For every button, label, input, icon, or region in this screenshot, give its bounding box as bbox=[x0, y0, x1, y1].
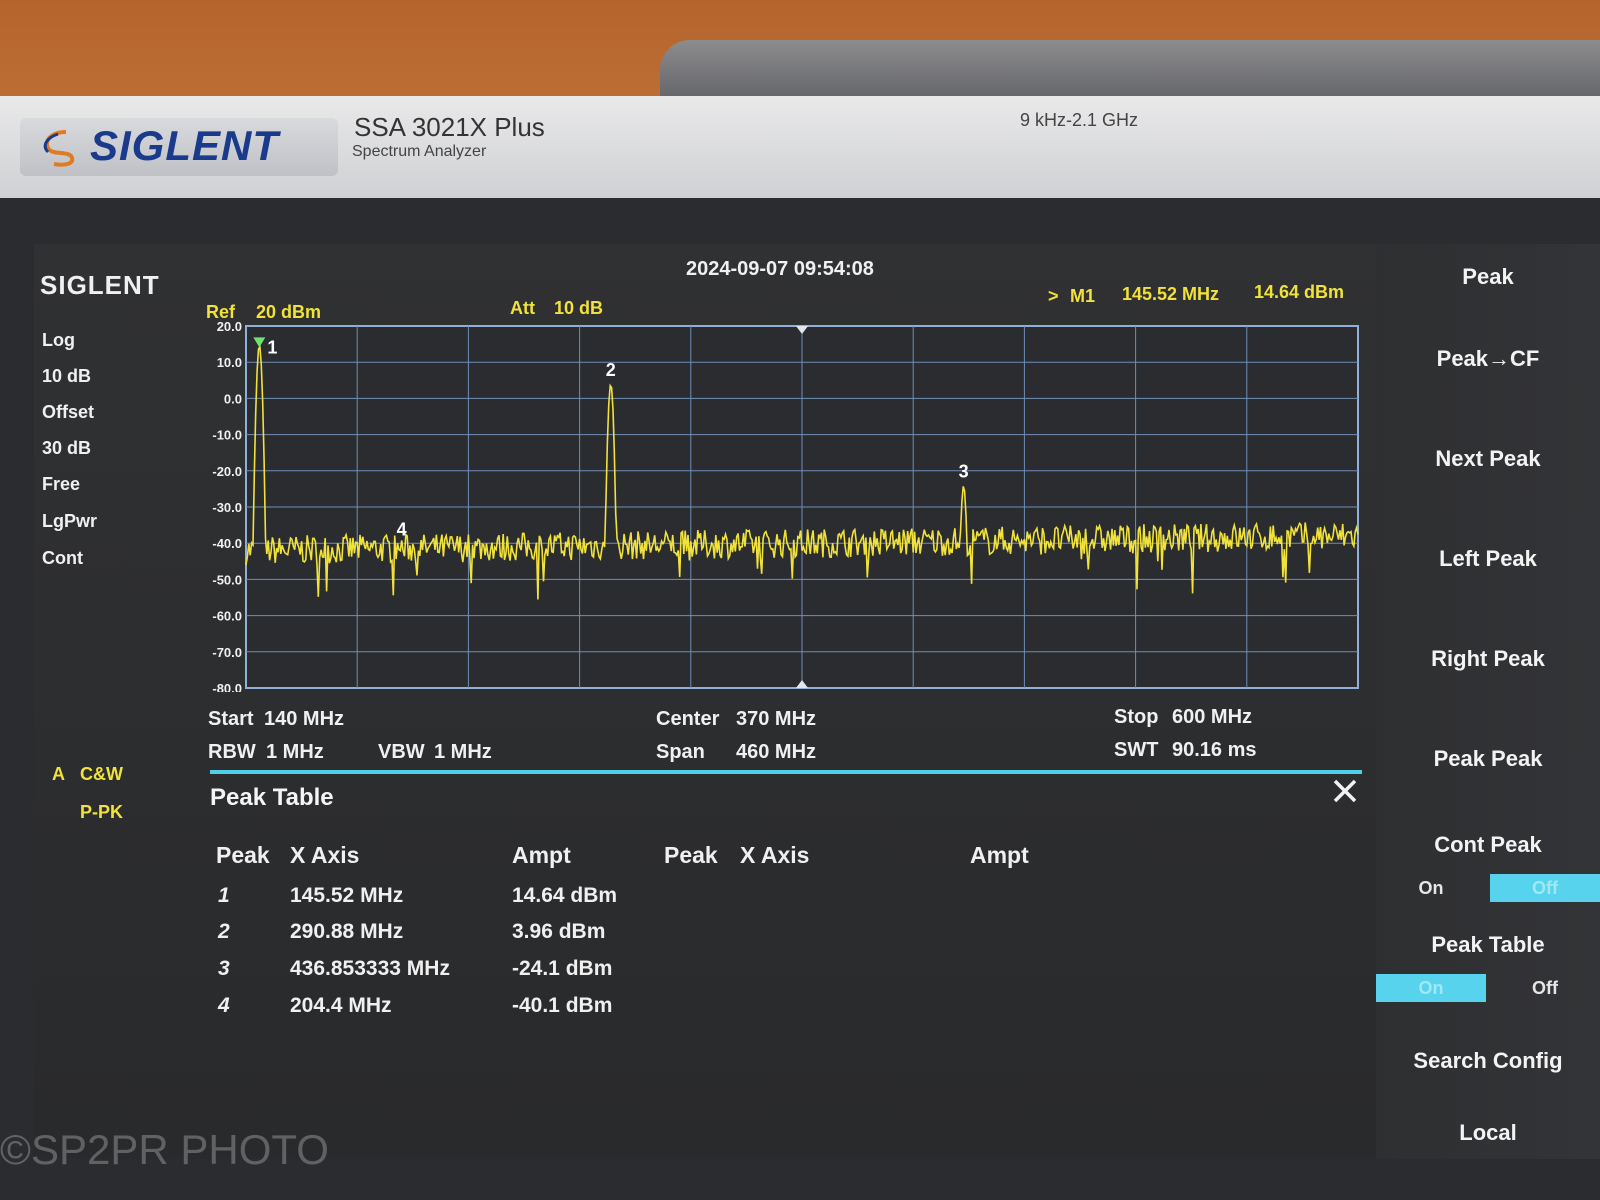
peak-table-header-ampt-2: Ampt bbox=[970, 842, 1029, 868]
peak-table-header-xaxis-2: X Axis bbox=[740, 842, 810, 868]
y-tick-label: -80.0 bbox=[212, 681, 242, 692]
status-average-type[interactable]: LgPwr bbox=[42, 511, 97, 532]
photo-watermark: ©SP2PR PHOTO bbox=[0, 1126, 329, 1173]
center-value[interactable]: 370 MHz bbox=[736, 708, 816, 731]
peak-table-toggle[interactable]: On Off bbox=[1376, 974, 1600, 1002]
close-icon[interactable] bbox=[1332, 778, 1358, 804]
status-offset-value[interactable]: 30 dB bbox=[42, 438, 91, 459]
softkey-panel: Peak Peak→CF Next Peak Left Peak Right P… bbox=[1376, 244, 1600, 1159]
start-label: Start bbox=[208, 708, 254, 730]
analyzer-screen: SIGLENT 2024-09-07 09:54:08 Ref 20 dBm A… bbox=[34, 244, 1600, 1159]
att-value[interactable]: 10 dB bbox=[554, 298, 603, 319]
peak-table-divider bbox=[210, 770, 1362, 774]
peak-table-header-ampt: Ampt bbox=[512, 842, 571, 868]
y-tick-label: -20.0 bbox=[212, 464, 242, 479]
y-tick-label: -50.0 bbox=[212, 572, 242, 587]
y-tick-label: 10.0 bbox=[217, 355, 242, 370]
marker-arrow: > bbox=[1048, 286, 1059, 306]
cont-peak-off[interactable]: Off bbox=[1490, 874, 1600, 902]
softkey-cont-peak[interactable]: Cont Peak bbox=[1376, 832, 1600, 858]
y-tick-label: 20.0 bbox=[217, 320, 242, 334]
peak-table-off[interactable]: Off bbox=[1490, 974, 1600, 1002]
device-subtitle: Spectrum Analyzer bbox=[352, 143, 487, 160]
stop-label: Stop bbox=[1114, 706, 1159, 728]
swt-value[interactable]: 90.16 ms bbox=[1172, 739, 1257, 762]
softkey-peak-table[interactable]: Peak Table bbox=[1376, 932, 1600, 958]
brand-logo-plate: SIGLENT bbox=[20, 118, 338, 176]
table-row-4-peak: 4 bbox=[218, 994, 230, 1017]
table-row-2-ampt: 3.96 dBm bbox=[512, 920, 606, 943]
table-row-3-peak: 3 bbox=[218, 957, 230, 980]
marker-name[interactable]: M1 bbox=[1070, 286, 1095, 307]
model-name: SSA 3021X Plus bbox=[354, 112, 545, 142]
datetime-label: 2024-09-07 09:54:08 bbox=[686, 258, 874, 280]
vbw-label: VBW bbox=[378, 741, 425, 763]
peak-label: 1 bbox=[267, 337, 277, 357]
y-tick-label: -10.0 bbox=[212, 428, 242, 443]
brand-name: SIGLENT bbox=[90, 122, 280, 169]
marker-frequency: 145.52 MHz bbox=[1122, 284, 1220, 304]
peak-table-header-xaxis: X Axis bbox=[290, 842, 360, 868]
stop-value[interactable]: 600 MHz bbox=[1172, 706, 1252, 729]
peak-table-header-peak: Peak bbox=[216, 842, 270, 868]
table-row-2-peak: 2 bbox=[218, 920, 230, 943]
peak-label: 4 bbox=[397, 520, 407, 540]
table-row-3-ampt: -24.1 dBm bbox=[512, 957, 613, 980]
softkey-peak-to-cf[interactable]: Peak→CF bbox=[1376, 346, 1600, 372]
spectrum-plot[interactable]: 20.0 10.0 0.0 -10.0 -20.0 -30.0 -40.0 -50.0 -60.… bbox=[210, 320, 1362, 692]
spectrum-plot-svg: 20.0 10.0 0.0 -10.0 -20.0 -30.0 -40.0 -50.0 -60.… bbox=[212, 320, 1359, 692]
table-row-1-ampt: 14.64 dBm bbox=[512, 884, 618, 907]
trace-detector: P-PK bbox=[80, 802, 124, 822]
y-tick-label: -60.0 bbox=[212, 609, 242, 624]
table-row-2-x: 290.88 MHz bbox=[290, 920, 404, 943]
cont-peak-toggle[interactable]: On Off bbox=[1376, 874, 1600, 902]
softkey-peak-peak[interactable]: Peak Peak bbox=[1376, 746, 1600, 772]
att-label: Att bbox=[510, 298, 535, 318]
span-value[interactable]: 460 MHz bbox=[736, 741, 816, 764]
peak-label: 3 bbox=[959, 462, 969, 482]
softkey-search-config[interactable]: Search Config bbox=[1376, 1048, 1600, 1074]
swt-label: SWT bbox=[1114, 739, 1159, 761]
cont-peak-on[interactable]: On bbox=[1376, 874, 1486, 902]
status-trigger[interactable]: Free bbox=[42, 474, 80, 495]
table-row-4-ampt: -40.1 dBm bbox=[512, 994, 613, 1017]
frequency-range-label: 9 kHz-2.1 GHz bbox=[1020, 110, 1139, 130]
screen-logo: SIGLENT bbox=[40, 270, 160, 300]
softkey-left-peak[interactable]: Left Peak bbox=[1376, 546, 1600, 572]
y-tick-label: -30.0 bbox=[212, 500, 242, 515]
siglent-logo-icon bbox=[43, 130, 75, 167]
softkey-right-peak[interactable]: Right Peak bbox=[1376, 646, 1600, 672]
softkey-next-peak[interactable]: Next Peak bbox=[1376, 446, 1600, 472]
table-row-4-x: 204.4 MHz bbox=[290, 994, 392, 1017]
status-scale-div[interactable]: 10 dB bbox=[42, 366, 91, 387]
status-scale-type[interactable]: Log bbox=[42, 330, 75, 351]
span-label: Span bbox=[656, 741, 705, 763]
trace-indicator[interactable]: A bbox=[52, 764, 65, 785]
y-tick-label: -40.0 bbox=[212, 536, 242, 551]
softkey-peak[interactable]: Peak bbox=[1376, 264, 1600, 290]
rbw-label: RBW bbox=[208, 741, 256, 763]
peak-label: 2 bbox=[606, 360, 616, 380]
table-row-3-x: 436.853333 MHz bbox=[290, 957, 450, 980]
y-tick-label: -70.0 bbox=[212, 645, 242, 660]
peak-table-title: Peak Table bbox=[210, 784, 334, 811]
status-sweep-mode[interactable]: Cont bbox=[42, 548, 83, 569]
trace-mode: C&W bbox=[80, 764, 123, 784]
table-row-1-peak: 1 bbox=[218, 884, 230, 907]
y-tick-label: 0.0 bbox=[224, 391, 242, 406]
center-label: Center bbox=[656, 708, 720, 730]
softkey-local[interactable]: Local bbox=[1376, 1120, 1600, 1146]
rbw-value[interactable]: 1 MHz bbox=[266, 741, 324, 764]
table-row-1-x: 145.52 MHz bbox=[290, 884, 404, 907]
status-offset-label: Offset bbox=[42, 402, 95, 422]
start-value[interactable]: 140 MHz bbox=[264, 708, 344, 731]
vbw-value[interactable]: 1 MHz bbox=[434, 741, 492, 764]
peak-table-header-peak-2: Peak bbox=[664, 842, 718, 868]
marker-amplitude: 14.64 dBm bbox=[1254, 282, 1345, 302]
peak-table-on[interactable]: On bbox=[1376, 974, 1486, 1002]
